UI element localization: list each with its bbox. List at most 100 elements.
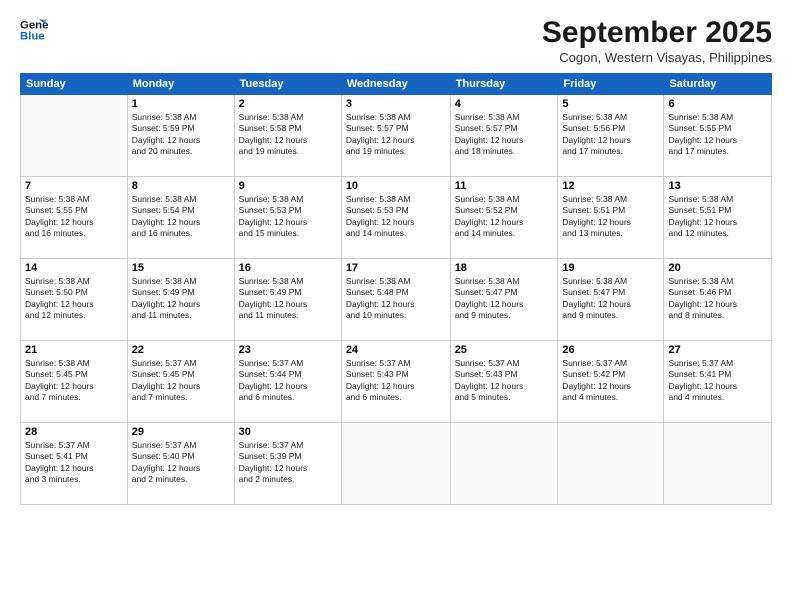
day-number: 10 <box>346 180 446 192</box>
calendar-cell: 10 Sunrise: 5:38 AMSunset: 5:53 PMDayligh… <box>341 177 450 259</box>
col-wednesday: Wednesday <box>341 74 450 95</box>
cell-info: Sunrise: 5:37 AMSunset: 5:39 PMDaylight:… <box>239 440 337 486</box>
month-title: September 2025 <box>542 16 772 50</box>
calendar: Sunday Monday Tuesday Wednesday Thursday… <box>20 73 772 505</box>
day-number: 15 <box>132 262 230 274</box>
calendar-cell: 14 Sunrise: 5:38 AMSunset: 5:50 PMDayligh… <box>21 259 128 341</box>
cell-info: Sunrise: 5:38 AMSunset: 5:57 PMDaylight:… <box>455 112 554 158</box>
calendar-cell: 27 Sunrise: 5:37 AMSunset: 5:41 PMDayligh… <box>664 341 772 423</box>
page: General Blue September 2025 Cogon, Weste… <box>0 0 792 612</box>
cell-info: Sunrise: 5:38 AMSunset: 5:55 PMDaylight:… <box>25 194 123 240</box>
calendar-cell: 25 Sunrise: 5:37 AMSunset: 5:43 PMDayligh… <box>450 341 558 423</box>
title-block: September 2025 Cogon, Western Visayas, P… <box>542 16 772 65</box>
col-tuesday: Tuesday <box>234 74 341 95</box>
calendar-cell: 24 Sunrise: 5:37 AMSunset: 5:43 PMDayligh… <box>341 341 450 423</box>
day-number: 29 <box>132 426 230 438</box>
calendar-cell: 23 Sunrise: 5:37 AMSunset: 5:44 PMDayligh… <box>234 341 341 423</box>
location-subtitle: Cogon, Western Visayas, Philippines <box>542 50 772 65</box>
calendar-cell <box>341 423 450 505</box>
day-number: 7 <box>25 180 123 192</box>
calendar-week-row: 21Sunrise: 5:38 AMSunset: 5:45 PMDayligh… <box>21 341 772 423</box>
calendar-cell: 9Sunrise: 5:38 AMSunset: 5:53 PMDaylight… <box>234 177 341 259</box>
cell-info: Sunrise: 5:38 AMSunset: 5:46 PMDaylight:… <box>668 276 767 322</box>
col-friday: Friday <box>558 74 664 95</box>
day-number: 28 <box>25 426 123 438</box>
cell-info: Sunrise: 5:38 AMSunset: 5:55 PMDaylight:… <box>668 112 767 158</box>
calendar-cell <box>450 423 558 505</box>
svg-text:Blue: Blue <box>20 31 45 43</box>
day-number: 5 <box>562 98 659 110</box>
day-number: 25 <box>455 344 554 356</box>
cell-info: Sunrise: 5:38 AMSunset: 5:49 PMDaylight:… <box>239 276 337 322</box>
logo-icon: General Blue <box>20 16 48 44</box>
day-number: 13 <box>668 180 767 192</box>
calendar-cell: 26 Sunrise: 5:37 AMSunset: 5:42 PMDayligh… <box>558 341 664 423</box>
cell-info: Sunrise: 5:38 AMSunset: 5:51 PMDaylight:… <box>562 194 659 240</box>
calendar-header-row: Sunday Monday Tuesday Wednesday Thursday… <box>21 74 772 95</box>
cell-info: Sunrise: 5:38 AMSunset: 5:45 PMDaylight:… <box>25 358 123 404</box>
cell-info: Sunrise: 5:38 AMSunset: 5:59 PMDaylight:… <box>132 112 230 158</box>
col-saturday: Saturday <box>664 74 772 95</box>
calendar-cell: 7 Sunrise: 5:38 AMSunset: 5:55 PMDaylight… <box>21 177 128 259</box>
cell-info: Sunrise: 5:37 AMSunset: 5:40 PMDaylight:… <box>132 440 230 486</box>
calendar-cell: 16 Sunrise: 5:38 AMSunset: 5:49 PMDayligh… <box>234 259 341 341</box>
cell-info: Sunrise: 5:38 AMSunset: 5:56 PMDaylight:… <box>562 112 659 158</box>
cell-info: Sunrise: 5:38 AMSunset: 5:53 PMDaylight:… <box>346 194 446 240</box>
calendar-cell: 2 Sunrise: 5:38 AMSunset: 5:58 PMDaylight… <box>234 95 341 177</box>
calendar-cell: 30 Sunrise: 5:37 AMSunset: 5:39 PMDayligh… <box>234 423 341 505</box>
day-number: 3 <box>346 98 446 110</box>
calendar-cell <box>21 95 128 177</box>
calendar-cell <box>558 423 664 505</box>
cell-info: Sunrise: 5:38 AMSunset: 5:52 PMDaylight:… <box>455 194 554 240</box>
calendar-cell: 17Sunrise: 5:38 AMSunset: 5:48 PMDayligh… <box>341 259 450 341</box>
cell-info: Sunrise: 5:37 AMSunset: 5:44 PMDaylight:… <box>239 358 337 404</box>
calendar-cell: 1 Sunrise: 5:38 AMSunset: 5:59 PMDaylight… <box>127 95 234 177</box>
day-number: 30 <box>239 426 337 438</box>
cell-info: Sunrise: 5:37 AMSunset: 5:42 PMDaylight:… <box>562 358 659 404</box>
cell-info: Sunrise: 5:37 AMSunset: 5:45 PMDaylight:… <box>132 358 230 404</box>
day-number: 1 <box>132 98 230 110</box>
calendar-cell: 11 Sunrise: 5:38 AMSunset: 5:52 PMDayligh… <box>450 177 558 259</box>
cell-info: Sunrise: 5:38 AMSunset: 5:54 PMDaylight:… <box>132 194 230 240</box>
calendar-cell: 20 Sunrise: 5:38 AMSunset: 5:46 PMDayligh… <box>664 259 772 341</box>
calendar-week-row: 1 Sunrise: 5:38 AMSunset: 5:59 PMDaylight… <box>21 95 772 177</box>
day-number: 24 <box>346 344 446 356</box>
cell-info: Sunrise: 5:38 AMSunset: 5:50 PMDaylight:… <box>25 276 123 322</box>
calendar-cell: 8Sunrise: 5:38 AMSunset: 5:54 PMDaylight… <box>127 177 234 259</box>
day-number: 9 <box>239 180 337 192</box>
day-number: 12 <box>562 180 659 192</box>
calendar-cell: 18 Sunrise: 5:38 AMSunset: 5:47 PMDayligh… <box>450 259 558 341</box>
calendar-cell <box>664 423 772 505</box>
day-number: 16 <box>239 262 337 274</box>
day-number: 26 <box>562 344 659 356</box>
day-number: 11 <box>455 180 554 192</box>
col-monday: Monday <box>127 74 234 95</box>
calendar-cell: 6Sunrise: 5:38 AMSunset: 5:55 PMDaylight… <box>664 95 772 177</box>
day-number: 14 <box>25 262 123 274</box>
cell-info: Sunrise: 5:37 AMSunset: 5:43 PMDaylight:… <box>346 358 446 404</box>
calendar-cell: 15Sunrise: 5:38 AMSunset: 5:49 PMDayligh… <box>127 259 234 341</box>
day-number: 27 <box>668 344 767 356</box>
calendar-cell: 29 Sunrise: 5:37 AMSunset: 5:40 PMDayligh… <box>127 423 234 505</box>
cell-info: Sunrise: 5:37 AMSunset: 5:41 PMDaylight:… <box>668 358 767 404</box>
calendar-week-row: 28Sunrise: 5:37 AMSunset: 5:41 PMDayligh… <box>21 423 772 505</box>
header: General Blue September 2025 Cogon, Weste… <box>20 16 772 65</box>
calendar-cell: 28Sunrise: 5:37 AMSunset: 5:41 PMDayligh… <box>21 423 128 505</box>
calendar-week-row: 7 Sunrise: 5:38 AMSunset: 5:55 PMDaylight… <box>21 177 772 259</box>
day-number: 18 <box>455 262 554 274</box>
cell-info: Sunrise: 5:38 AMSunset: 5:58 PMDaylight:… <box>239 112 337 158</box>
calendar-cell: 22 Sunrise: 5:37 AMSunset: 5:45 PMDayligh… <box>127 341 234 423</box>
calendar-cell: 5 Sunrise: 5:38 AMSunset: 5:56 PMDaylight… <box>558 95 664 177</box>
cell-info: Sunrise: 5:38 AMSunset: 5:48 PMDaylight:… <box>346 276 446 322</box>
calendar-cell: 21Sunrise: 5:38 AMSunset: 5:45 PMDayligh… <box>21 341 128 423</box>
cell-info: Sunrise: 5:38 AMSunset: 5:57 PMDaylight:… <box>346 112 446 158</box>
day-number: 22 <box>132 344 230 356</box>
day-number: 23 <box>239 344 337 356</box>
day-number: 4 <box>455 98 554 110</box>
calendar-cell: 3 Sunrise: 5:38 AMSunset: 5:57 PMDaylight… <box>341 95 450 177</box>
cell-info: Sunrise: 5:38 AMSunset: 5:47 PMDaylight:… <box>455 276 554 322</box>
logo: General Blue <box>20 16 48 44</box>
day-number: 2 <box>239 98 337 110</box>
day-number: 20 <box>668 262 767 274</box>
cell-info: Sunrise: 5:37 AMSunset: 5:43 PMDaylight:… <box>455 358 554 404</box>
